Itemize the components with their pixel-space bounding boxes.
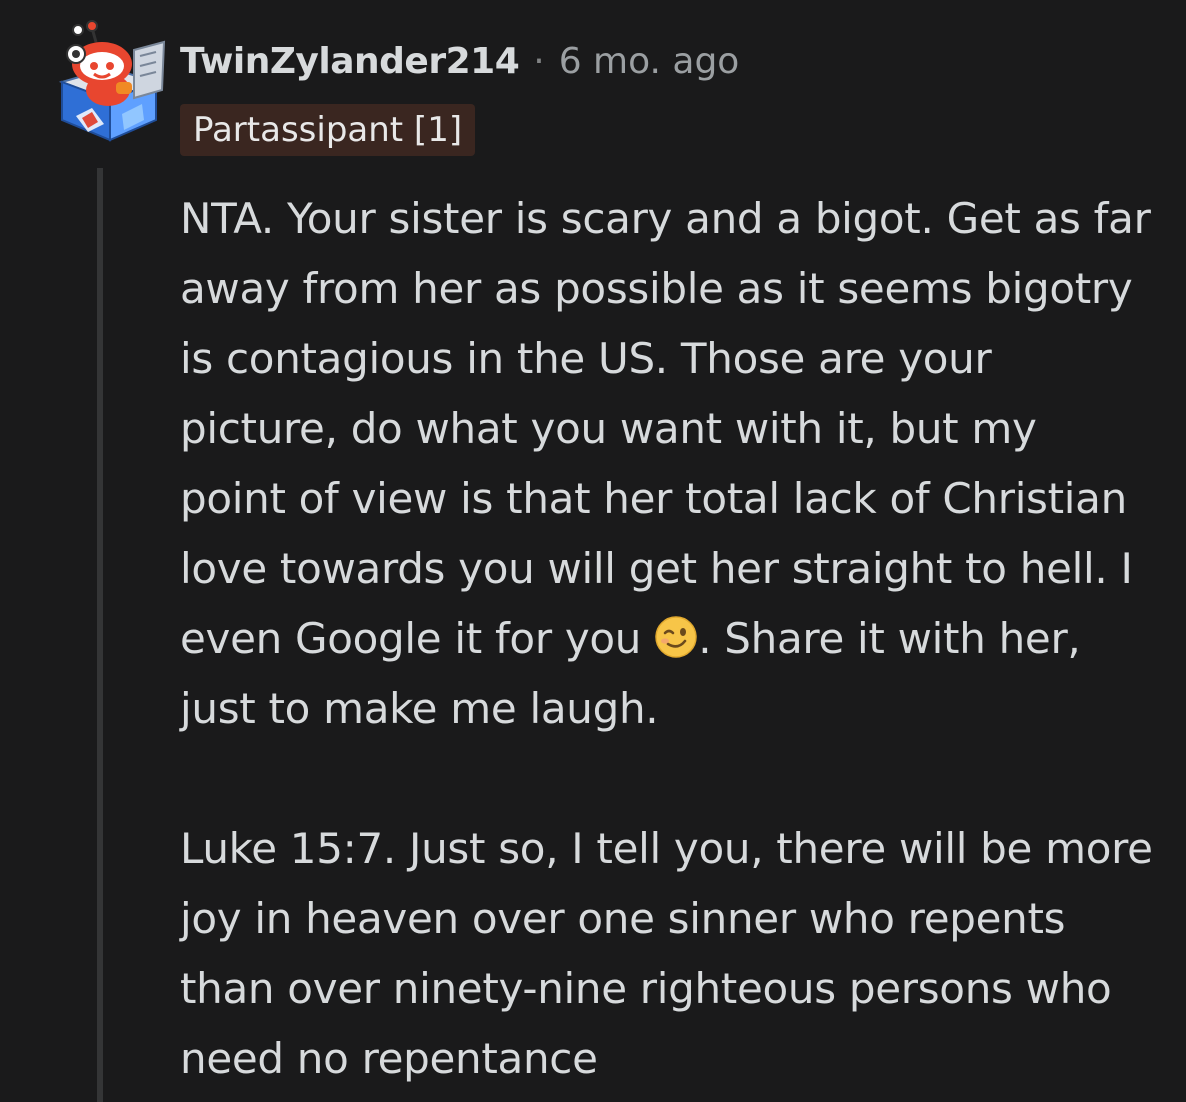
comment-paragraph: Luke 15:7. Just so, I tell you, there wi… bbox=[180, 824, 1153, 1083]
comment-text: NTA. Your sister is scary and a bigot. G… bbox=[180, 194, 1151, 663]
user-flair: Partassipant [1] bbox=[180, 104, 476, 156]
comment-paragraph: NTA. Your sister is scary and a bigot. G… bbox=[180, 184, 1155, 744]
user-avatar[interactable] bbox=[52, 20, 168, 144]
comment-body: NTA. Your sister is scary and a bigot. G… bbox=[180, 184, 1155, 1094]
comment: TwinZylander214 · 6 mo. ago Partassipant… bbox=[0, 0, 1186, 1102]
snoo-avatar-icon bbox=[58, 20, 166, 142]
winking-face-icon bbox=[655, 616, 697, 658]
author-username[interactable]: TwinZylander214 bbox=[180, 38, 520, 86]
thread-collapse-line[interactable] bbox=[97, 168, 103, 1102]
separator-dot: · bbox=[533, 41, 545, 82]
comment-header: TwinZylander214 · 6 mo. ago bbox=[180, 38, 739, 86]
comment-timestamp[interactable]: 6 mo. ago bbox=[559, 38, 740, 86]
